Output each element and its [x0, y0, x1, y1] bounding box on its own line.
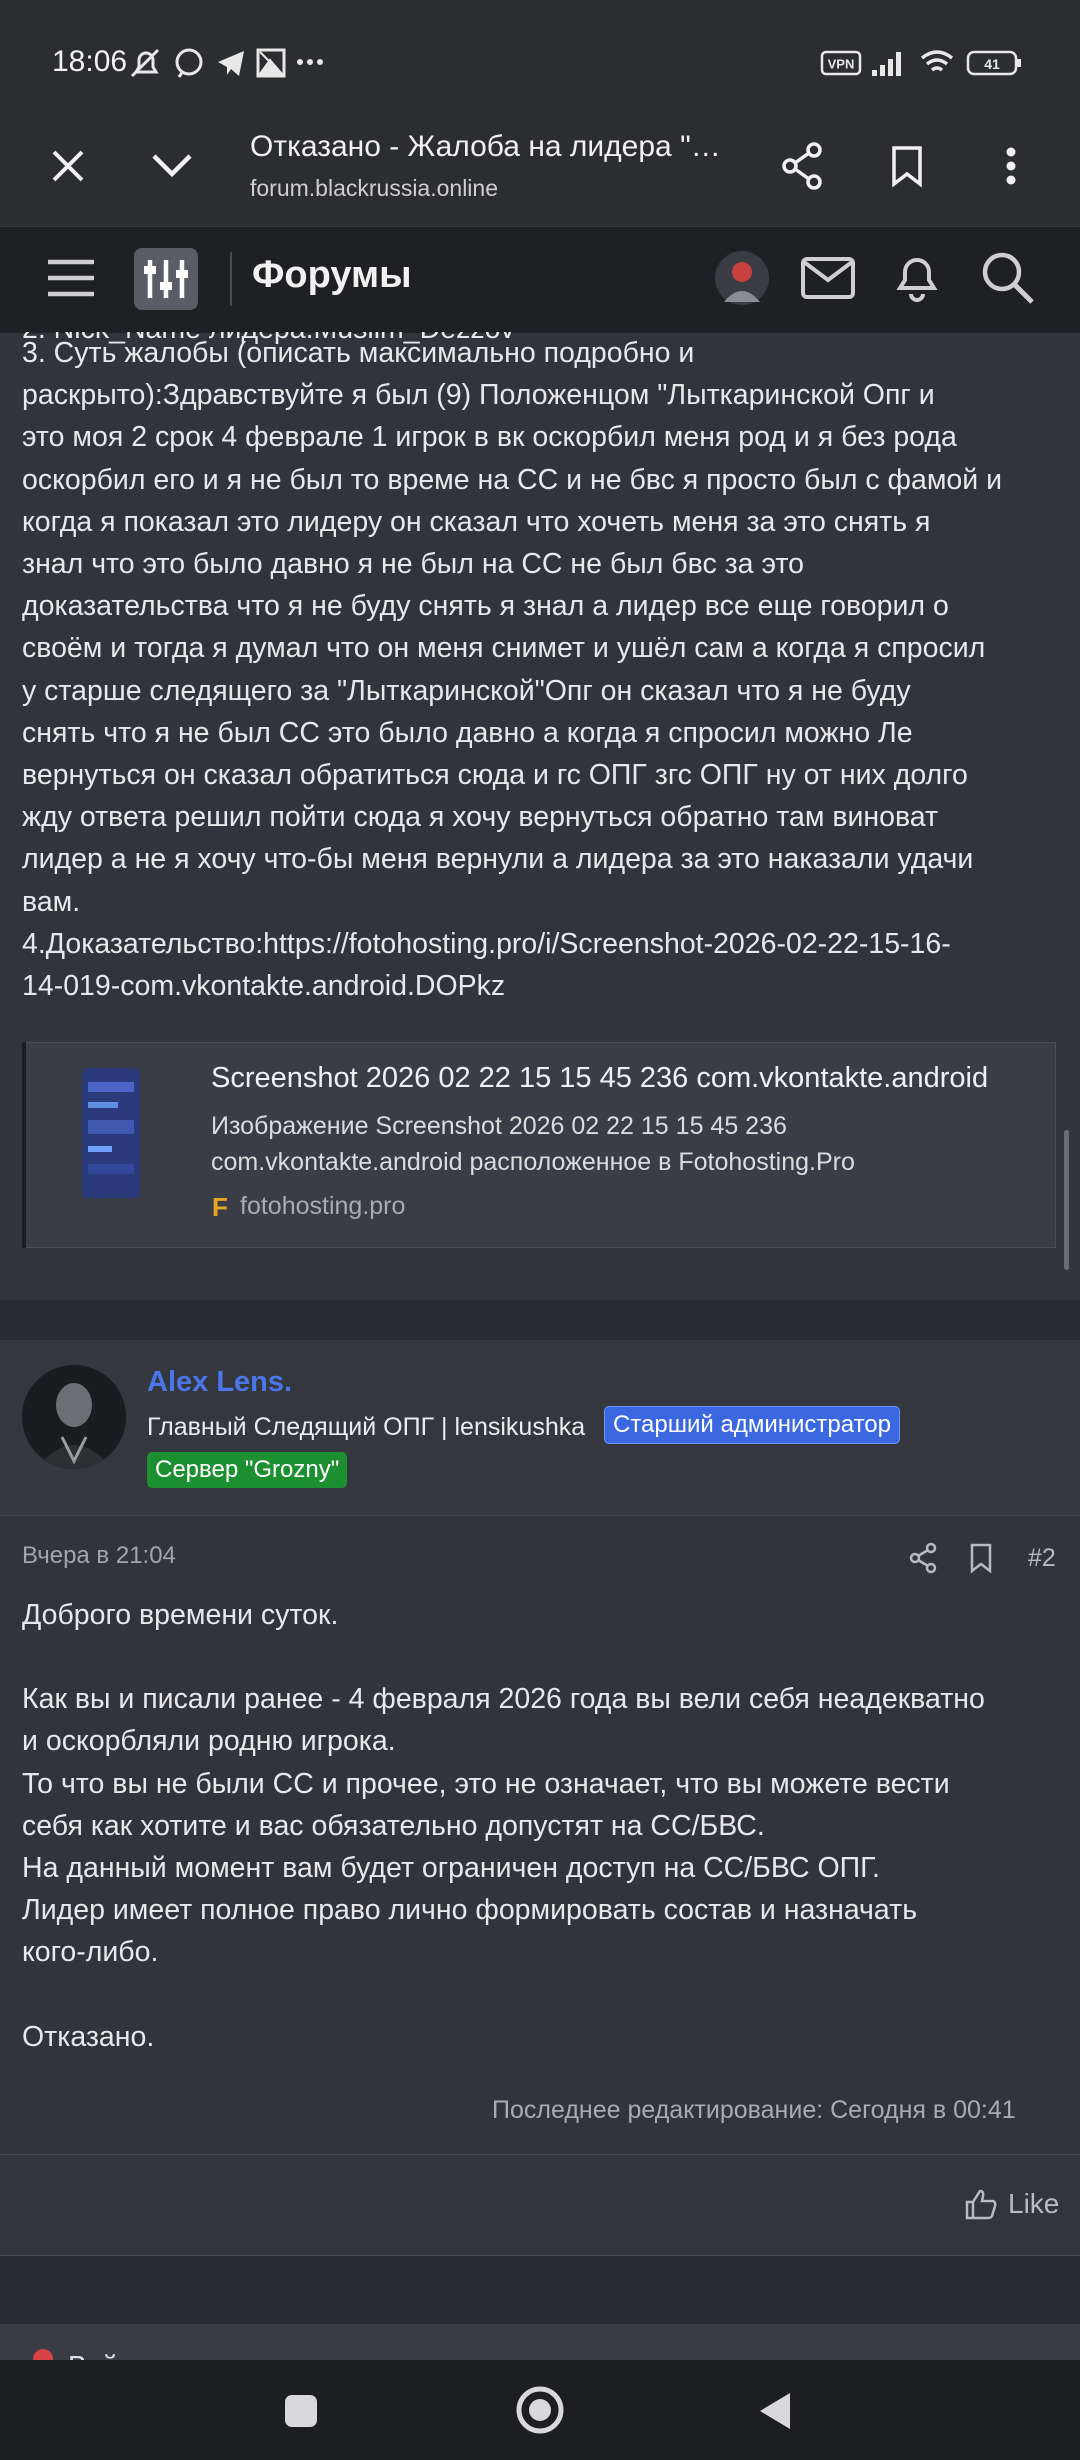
screenshot-thumbnail-icon [82, 1068, 140, 1198]
link-preview-accent [22, 1042, 26, 1248]
post1-line: лидер а не я хочу что-бы меня вернули а … [22, 843, 974, 876]
menu-dots-icon[interactable] [998, 146, 1024, 190]
post1-line: у старше следящего за "Лыткаринской"Опг … [22, 674, 911, 707]
forum-title[interactable]: Форумы [252, 254, 412, 297]
nav-divider [230, 252, 232, 306]
post-bookmark-icon[interactable] [968, 1542, 994, 1574]
messages-envelope-icon[interactable] [800, 256, 856, 300]
mute-icon [130, 48, 160, 78]
link-preview-description-line: com.vkontakte.android расположенное в Fo… [211, 1148, 855, 1176]
post2-line: Доброго времени суток. [22, 1599, 339, 1631]
post2-line: То что вы не были СС и прочее, это не оз… [22, 1767, 950, 1800]
hamburger-menu-icon[interactable] [46, 256, 96, 300]
scrollbar-thumb[interactable] [1064, 1130, 1069, 1270]
back-icon[interactable] [756, 2390, 796, 2432]
post1-line: снять что я не был СС это было давно а к… [22, 716, 913, 749]
vpn-icon: VPN [820, 50, 862, 76]
system-status-icons: VPN 41 [820, 50, 1021, 76]
post1-line: раскрыто):Здравствуйте я был (9) Положен… [22, 379, 935, 412]
notifications-bell-icon[interactable] [892, 250, 942, 304]
thumbs-up-icon[interactable] [964, 2188, 998, 2220]
section-separator [0, 2256, 1080, 2324]
home-icon[interactable] [514, 2384, 566, 2436]
like-button[interactable]: Like [1008, 2188, 1059, 2220]
post2-line [22, 1636, 1062, 1678]
post1-line: когда я показал это лидеру он сказал что… [22, 505, 931, 538]
author-avatar[interactable] [22, 1365, 126, 1469]
search-icon[interactable] [980, 250, 1036, 306]
post-date[interactable]: Вчера в 21:04 [22, 1542, 176, 1570]
user-avatar-icon[interactable] [714, 250, 770, 306]
post-number-link[interactable]: #2 [1028, 1544, 1056, 1573]
post-share-icon[interactable] [908, 1542, 938, 1574]
post1-line: вам. [22, 885, 81, 918]
page-url: forum.blackrussia.online [250, 175, 499, 201]
post2-line: Как вы и писали ранее - 4 февраля 2026 г… [22, 1683, 985, 1716]
bookmark-icon[interactable] [888, 144, 928, 188]
notification-icons [130, 48, 323, 78]
author-user-title: Главный Следящий ОПГ | lensikushka [147, 1413, 586, 1441]
post1-line: оскорбил его и я не был то време на СС и… [22, 463, 1003, 496]
signal-icon [872, 52, 901, 76]
link-preview-thumbnail[interactable] [82, 1068, 140, 1198]
admin-badge: Старший администратор [604, 1406, 900, 1444]
post2-line: кого-либо. [22, 1936, 159, 1969]
post2-verdict: Отказано. [22, 2020, 155, 2053]
link-preview-site: fotohosting.pro [240, 1192, 406, 1220]
post1-line: это моя 2 срок 4 феврале 1 игрок в вк ос… [22, 421, 957, 454]
share-icon[interactable] [780, 142, 824, 190]
system-navigation-bar [0, 2360, 1080, 2460]
post-separator [0, 1300, 1080, 1340]
post1-line: знал что это было давно я не был на СС н… [22, 548, 804, 581]
post1-line: своём и тогда я думал что он меня снимет… [22, 632, 986, 665]
wifi-icon [920, 50, 954, 72]
battery-icon: 41 [966, 50, 1021, 76]
telegram-icon [218, 51, 244, 76]
author-name-link[interactable]: Alex Lens. [147, 1366, 292, 1399]
author-avatar-icon [22, 1365, 126, 1469]
last-edit-note: Последнее редактирование: Сегодня в 00:4… [492, 2096, 1016, 2124]
post1-evidence-link-cont[interactable]: 14-019-com.vkontakte.android.DOPkz [22, 965, 1062, 1007]
battery-level: 41 [984, 56, 1000, 72]
link-preview-description-line: Изображение Screenshot 2026 02 22 15 15 … [211, 1112, 787, 1140]
post1-line: вернуться он сказал обратиться сюда и гс… [22, 759, 968, 792]
chevron-down-icon[interactable] [150, 150, 194, 180]
login-reply-strip[interactable] [0, 2324, 1080, 2364]
server-badge: Сервер "Grozny" [147, 1452, 348, 1488]
post2-line: Лидер имеет полное право лично формирова… [22, 1894, 918, 1927]
post1-line: жду ответа решил пойти сюда я хочу верну… [22, 801, 939, 834]
post2-footer [0, 2154, 1080, 2256]
status-time: 18:06 [52, 45, 128, 78]
link-preview-title[interactable]: Screenshot 2026 02 22 15 15 45 236 com.v… [211, 1062, 988, 1095]
post2-line [22, 1974, 1062, 2016]
more-dots-icon [297, 59, 323, 65]
page-title: Отказано - Жалоба на лидера "Лыткаринско… [250, 130, 730, 163]
post1-line: доказательства что я не буду снять я зна… [22, 590, 949, 623]
gallery-icon [256, 48, 286, 78]
recent-apps-icon[interactable] [283, 2393, 319, 2429]
vpn-label: VPN [828, 57, 855, 72]
close-icon[interactable] [48, 146, 88, 186]
post2-line: На данный момент вам будет ограничен дос… [22, 1852, 880, 1885]
post1-body: 3. Суть жалобы (описать максимально подр… [22, 332, 1062, 1007]
post2-line: и оскорбляли родню игрока. [22, 1725, 396, 1758]
forum-logo-icon[interactable] [134, 248, 198, 310]
whatsapp-icon [175, 48, 203, 78]
post1-line: 3. Суть жалобы (описать максимально подр… [22, 337, 695, 369]
fotohosting-favicon-icon: F [212, 1192, 228, 1222]
post2-body: Доброго времени суток. Как вы и писали р… [22, 1594, 1062, 2058]
post2-line: себя как хотите и вас обязательно допуст… [22, 1809, 765, 1842]
post1-evidence-link[interactable]: 4.Доказательство:https://fotohosting.pro… [22, 923, 1062, 965]
link-preview-description: Изображение Screenshot 2026 02 22 15 15 … [211, 1108, 1031, 1180]
